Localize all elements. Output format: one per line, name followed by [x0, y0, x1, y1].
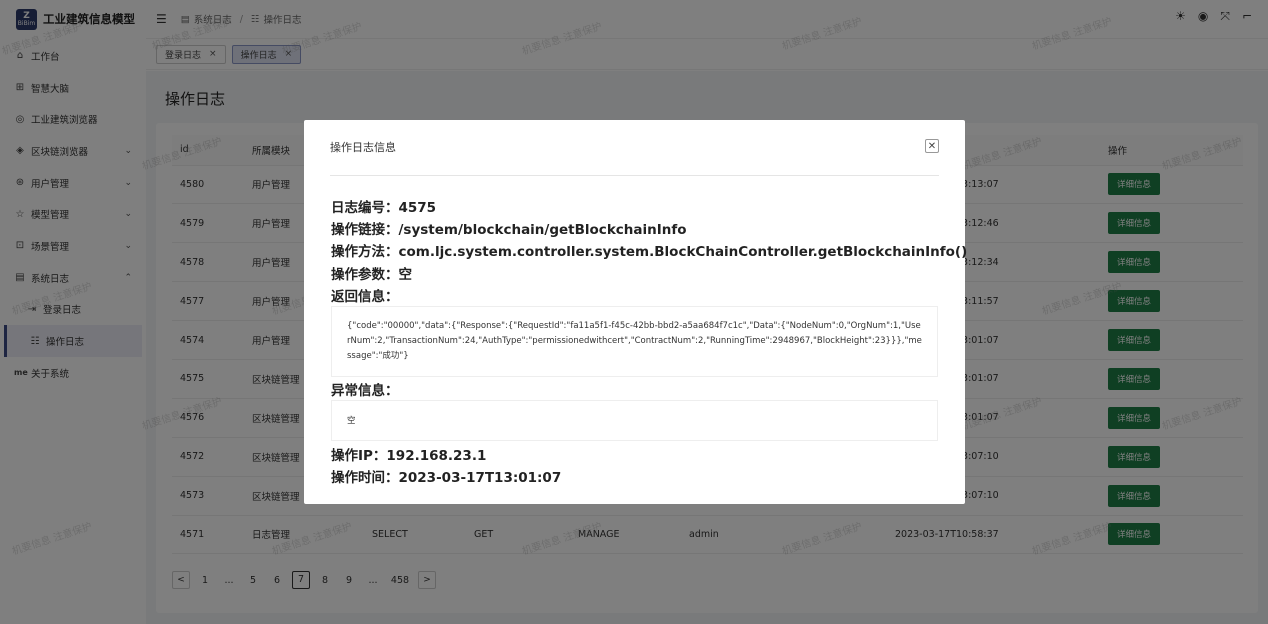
operation-ip-line: 操作IP：192.168.23.1	[331, 448, 487, 464]
log-id-line: 日志编号：4575	[331, 200, 437, 216]
close-icon[interactable]: ✕	[925, 139, 939, 153]
operation-link-line: 操作链接：/system/blockchain/getBlockchainInf…	[331, 222, 687, 238]
exception-info-label: 异常信息：	[331, 383, 399, 399]
dialog-title: 操作日志信息	[330, 141, 396, 154]
exception-info-box: 空	[331, 400, 938, 441]
operation-params-line: 操作参数：空	[331, 267, 412, 283]
operation-log-detail-dialog: 操作日志信息 ✕ 日志编号：4575 操作链接：/system/blockcha…	[304, 120, 968, 504]
return-info-label: 返回信息：	[331, 289, 399, 305]
operation-method-line: 操作方法：com.ljc.system.controller.system.Bl…	[331, 244, 968, 260]
divider	[330, 175, 939, 176]
return-info-box: {"code":"00000","data":{"Response":{"Req…	[331, 306, 938, 377]
operation-time-line: 操作时间：2023-03-17T13:01:07	[331, 470, 562, 486]
